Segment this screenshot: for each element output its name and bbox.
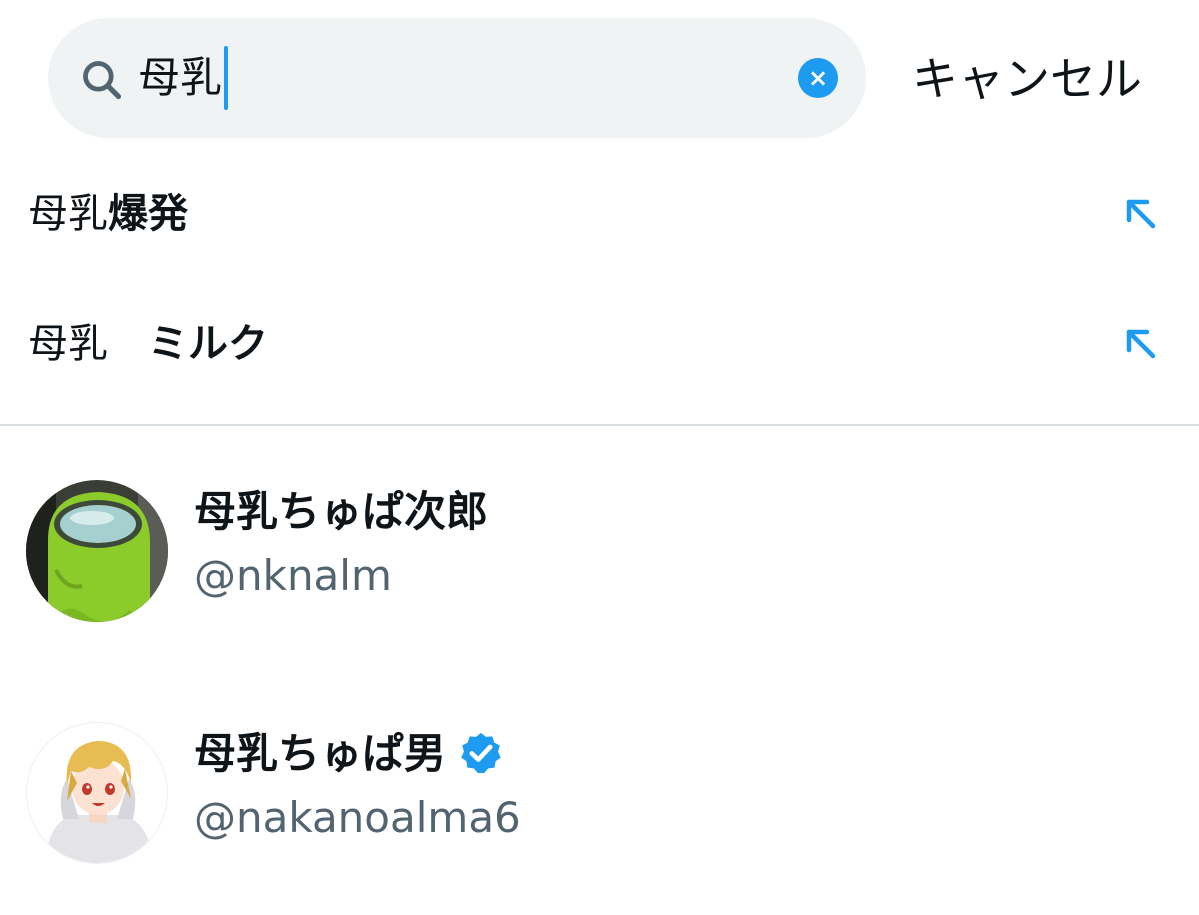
user-display-name-wrapper: 母乳ちゅぱ男 [194,724,504,784]
green-crewmate-plush-avatar [26,480,168,622]
search-input-text: 母乳 [138,53,223,102]
suggestion-query: 母乳爆発 [28,186,188,242]
search-icon [83,61,122,100]
search-suggestion[interactable]: 母乳 ミルク [0,288,1199,398]
user-result-row[interactable]: 母乳ちゅぱ次郎 @nknalm [0,480,1199,660]
search-screen: 母乳 × キャンセル 母乳爆発 母乳 ミルク 母乳ちゅぱ次郎 @nknalm 母… [0,0,1199,915]
user-handle: @nknalm [194,551,392,600]
user-display-name: 母乳ちゅぱ次郎 [194,487,489,536]
suggestion-rest-text: 爆発 [108,191,188,237]
suggestion-rest-text: ミルク [108,321,268,367]
verified-badge-icon [461,732,501,774]
clear-search-button[interactable]: × [798,58,838,98]
user-display-name: 母乳ちゅぱ男 [194,729,447,778]
search-suggestion[interactable]: 母乳爆発 [0,158,1199,268]
search-input[interactable]: 母乳 [138,46,778,110]
suggestion-query: 母乳 ミルク [28,316,268,372]
close-icon: × [807,64,829,92]
suggestion-match-text: 母乳 [28,191,108,237]
avatar[interactable] [26,480,168,622]
user-handle: @nakanoalma6 [194,793,521,842]
divider [0,424,1199,426]
suggestion-match-text: 母乳 [28,321,108,367]
user-result-row[interactable]: 母乳ちゅぱ男 @nakanoalma6 [0,722,1199,902]
arrow-up-left-icon[interactable] [1123,196,1159,232]
blonde-anime-character-avatar [27,723,167,863]
cancel-button[interactable]: キャンセル [912,44,1162,114]
avatar[interactable] [26,722,168,864]
text-caret [224,46,229,110]
arrow-up-left-icon[interactable] [1123,326,1159,362]
